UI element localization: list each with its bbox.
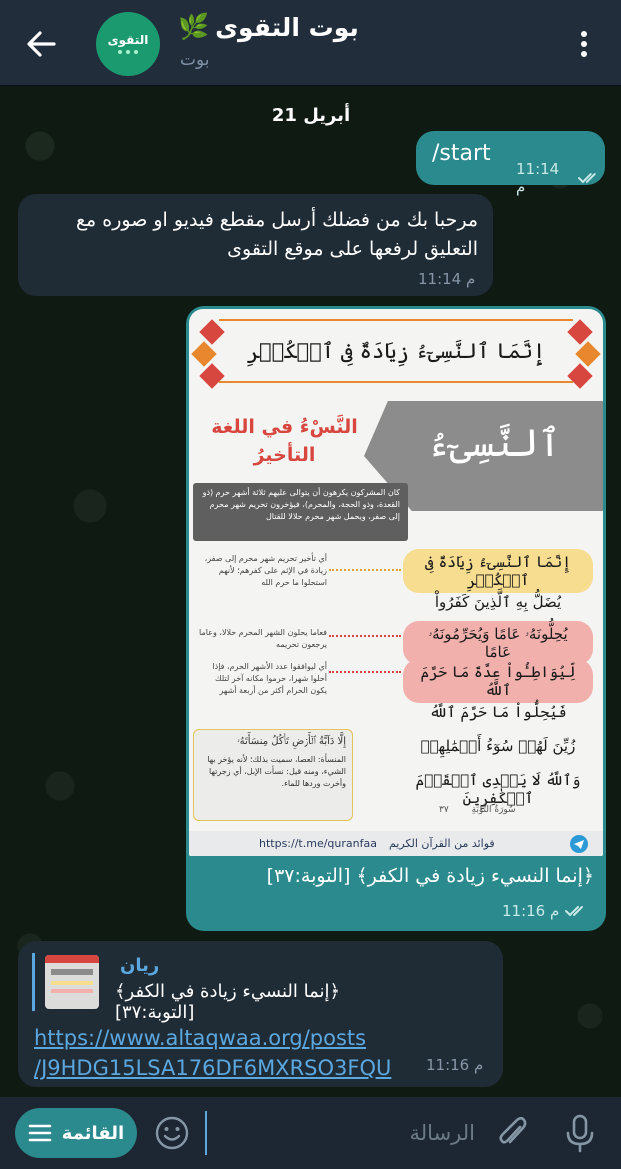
message-bubble-incoming-reply[interactable]: ريان ﴿إنما النسيء زيادة في الكفر﴾ [التوب… bbox=[18, 941, 503, 1087]
image-corner-box: إِلَّا دَآبَّةُ ٱلۡأَرۡضِ تَأۡكُلُ مِنسَ… bbox=[193, 729, 353, 821]
double-check-icon bbox=[578, 173, 597, 184]
bot-menu-button[interactable]: القائمة bbox=[15, 1108, 137, 1158]
message-bubble-image[interactable]: إِنَّمَا ٱلنَّسِىٓءُ زِيَادَةٌ فِى ٱلۡكُ… bbox=[186, 306, 606, 931]
chat-area[interactable]: 21 أبريل /start 11:14 م مرحبا بك من فضلك… bbox=[0, 86, 621, 1097]
image-verse: زُيِّنَ لَهُمۡ سُوٓءُ أَعۡمَٰلِهِمۡ bbox=[420, 737, 576, 755]
date-separator: 21 أبريل bbox=[271, 104, 351, 126]
reply-quote[interactable]: ريان ﴿إنما النسيء زيادة في الكفر﴾ [التوب… bbox=[32, 953, 412, 1023]
image-connector bbox=[329, 671, 401, 673]
image-side-title-line1: النَّسْءُ في اللغة bbox=[211, 416, 358, 438]
chat-title[interactable]: 🌿 بوت التقوى bbox=[178, 12, 359, 42]
image-verse: لِّيُوَاطِـُٔواْ عِدَّةَ مَا حَرَّمَ ٱلل… bbox=[403, 659, 593, 703]
reply-text: ﴿إنما النسيء زيادة في الكفر﴾ [التوبة:٣٧] bbox=[115, 981, 341, 1023]
message-caption: ﴿إنما النسيء زيادة في الكفر﴾ [التوبة:٣٧] bbox=[266, 865, 594, 887]
arrow-left-icon bbox=[27, 31, 56, 57]
image-verse: يُضَلُّ بِهِ ٱلَّذِينَ كَفَرُواْ bbox=[434, 593, 562, 611]
message-input[interactable] bbox=[205, 1111, 475, 1155]
leaf-emoji-icon: 🌿 bbox=[178, 12, 210, 41]
emoji-icon[interactable] bbox=[154, 1115, 190, 1151]
image-footer: https://t.me/quranfaa فوائد من القرآن ال… bbox=[189, 831, 603, 856]
message-image[interactable]: إِنَّمَا ٱلنَّسِىٓءُ زِيَادَةٌ فِى ٱلۡكُ… bbox=[189, 309, 603, 856]
dot-icon bbox=[581, 41, 587, 47]
image-big-word: ٱلنَّسِىٓءُ bbox=[427, 421, 561, 465]
image-surah-name: سُورَةُ التَّوْبَةِ bbox=[471, 805, 516, 815]
double-check-icon bbox=[565, 906, 584, 917]
image-connector bbox=[329, 569, 401, 571]
chat-subtitle: بوت bbox=[180, 50, 210, 70]
back-button[interactable] bbox=[16, 22, 66, 66]
telegram-icon bbox=[570, 835, 588, 853]
message-time: 11:16 م bbox=[502, 902, 560, 920]
reply-sender-name: ريان bbox=[120, 955, 160, 976]
image-footer-url: https://t.me/quranfaa bbox=[259, 837, 377, 850]
paperclip-icon[interactable] bbox=[494, 1113, 530, 1153]
avatar[interactable]: التقوى bbox=[96, 12, 160, 76]
message-bubble-outgoing[interactable]: /start 11:14 م bbox=[416, 131, 605, 196]
image-corner-verse: إِلَّا دَآبَّةُ ٱلۡأَرۡضِ تَأۡكُلُ مِنسَ… bbox=[237, 736, 346, 747]
message-meta: 11:16 م bbox=[502, 902, 592, 920]
hamburger-icon bbox=[28, 1124, 52, 1142]
image-note: أي تأخير تحريم شهر محرم إلى صفر، زيادة ف… bbox=[204, 554, 327, 587]
message-link[interactable]: https://www.altaqwaa.org/posts /J9HDG15L… bbox=[34, 1023, 434, 1083]
dot-icon bbox=[581, 51, 587, 57]
image-corner-note: المنسأة: العصا، سميت بذلك؛ لأنه يؤخر بها… bbox=[207, 755, 346, 788]
image-note: فعاما يحلون الشهر المحرم حلالا، وعاما ير… bbox=[199, 628, 327, 649]
message-text: مرحبا بك من فضلك أرسل مقطع فيديو او صوره… bbox=[75, 209, 478, 260]
ornament-icon bbox=[191, 341, 217, 367]
message-text: /start bbox=[432, 141, 491, 166]
message-time: 11:16 م bbox=[426, 1056, 484, 1074]
image-side-title-line2: التأخيرُ bbox=[253, 444, 316, 466]
image-banner-verse: إِنَّمَا ٱلنَّسِىٓءُ زِيَادَةٌ فِى ٱلۡكُ… bbox=[219, 319, 573, 383]
image-verse: فَيُحِلُّواْ مَا حَرَّمَ ٱللَّهُ bbox=[429, 703, 567, 721]
message-meta: 11:14 م bbox=[516, 160, 605, 196]
image-verse: إِنَّمَا ٱلنَّسِىٓءُ زِيَادَةٌ فِى ٱلۡكُ… bbox=[403, 549, 593, 593]
link-line: https://www.altaqwaa.org/posts bbox=[34, 1026, 367, 1050]
image-connector bbox=[329, 635, 401, 637]
more-options-button[interactable] bbox=[568, 26, 600, 62]
image-side-title: النَّسْءُ في اللغة التأخيرُ bbox=[197, 413, 372, 469]
chat-header: التقوى 🌿 بوت التقوى بوت bbox=[0, 0, 621, 86]
avatar-logo-text: التقوى bbox=[107, 32, 149, 47]
microphone-icon[interactable] bbox=[562, 1113, 598, 1153]
message-time: 11:14 م bbox=[418, 270, 476, 288]
link-line: /J9HDG15LSA176DF6MXRSO3FQU bbox=[34, 1056, 392, 1080]
dot-icon bbox=[581, 31, 587, 37]
image-note: أي ليوافقوا عدد الأشهر الحرم، فإذا أحلوا… bbox=[212, 662, 327, 695]
message-time: 11:14 م bbox=[516, 160, 560, 196]
image-dark-note: كان المشركون يكرهون أن يتوالى عليهم ثلاث… bbox=[193, 483, 408, 541]
image-verse-number: ٣٧ bbox=[439, 805, 449, 815]
message-input-bar: القائمة bbox=[0, 1097, 621, 1169]
image-surah-label: سُورَةُ التَّوْبَةِ ٣٧ bbox=[439, 805, 516, 815]
reply-thumbnail bbox=[45, 955, 99, 1009]
message-bubble-incoming[interactable]: مرحبا بك من فضلك أرسل مقطع فيديو او صوره… bbox=[18, 194, 493, 296]
image-footer-text: فوائد من القرآن الكريم bbox=[388, 837, 495, 850]
chat-title-text: بوت التقوى bbox=[215, 12, 359, 42]
avatar-logo-dots bbox=[118, 50, 138, 55]
bot-menu-label: القائمة bbox=[61, 1122, 125, 1144]
